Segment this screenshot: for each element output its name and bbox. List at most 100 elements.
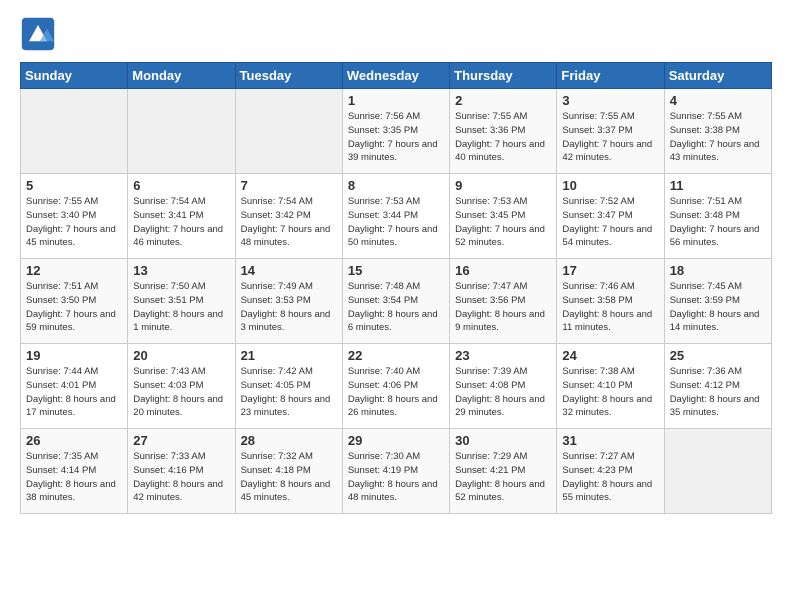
calendar-cell: 2 Sunrise: 7:55 AM Sunset: 3:36 PM Daylig… (450, 89, 557, 174)
calendar-cell (128, 89, 235, 174)
calendar-cell: 27 Sunrise: 7:33 AM Sunset: 4:16 PM Dayli… (128, 429, 235, 514)
day-number: 18 (670, 263, 766, 278)
day-number: 28 (241, 433, 337, 448)
day-number: 1 (348, 93, 444, 108)
calendar-cell (21, 89, 128, 174)
day-number: 2 (455, 93, 551, 108)
day-info: Sunrise: 7:54 AM Sunset: 3:42 PM Dayligh… (241, 195, 337, 250)
day-info: Sunrise: 7:29 AM Sunset: 4:21 PM Dayligh… (455, 450, 551, 505)
calendar-cell: 8 Sunrise: 7:53 AM Sunset: 3:44 PM Daylig… (342, 174, 449, 259)
day-info: Sunrise: 7:52 AM Sunset: 3:47 PM Dayligh… (562, 195, 658, 250)
day-number: 11 (670, 178, 766, 193)
calendar-cell: 20 Sunrise: 7:43 AM Sunset: 4:03 PM Dayli… (128, 344, 235, 429)
calendar-cell (235, 89, 342, 174)
week-row-4: 19 Sunrise: 7:44 AM Sunset: 4:01 PM Dayli… (21, 344, 772, 429)
calendar-cell (664, 429, 771, 514)
calendar-cell: 10 Sunrise: 7:52 AM Sunset: 3:47 PM Dayli… (557, 174, 664, 259)
calendar-cell: 30 Sunrise: 7:29 AM Sunset: 4:21 PM Dayli… (450, 429, 557, 514)
day-number: 21 (241, 348, 337, 363)
calendar-cell: 13Sunrise: 7:50 AM Sunset: 3:51 PM Dayli… (128, 259, 235, 344)
day-info: Sunrise: 7:51 AM Sunset: 3:48 PM Dayligh… (670, 195, 766, 250)
calendar-cell: 19 Sunrise: 7:44 AM Sunset: 4:01 PM Dayli… (21, 344, 128, 429)
day-number: 15 (348, 263, 444, 278)
day-info: Sunrise: 7:30 AM Sunset: 4:19 PM Dayligh… (348, 450, 444, 505)
calendar-cell: 6 Sunrise: 7:54 AM Sunset: 3:41 PM Daylig… (128, 174, 235, 259)
day-info: Sunrise: 7:35 AM Sunset: 4:14 PM Dayligh… (26, 450, 122, 505)
week-row-5: 26Sunrise: 7:35 AM Sunset: 4:14 PM Dayli… (21, 429, 772, 514)
day-number: 30 (455, 433, 551, 448)
day-info: Sunrise: 7:53 AM Sunset: 3:45 PM Dayligh… (455, 195, 551, 250)
day-header-thursday: Thursday (450, 63, 557, 89)
day-number: 25 (670, 348, 766, 363)
day-number: 3 (562, 93, 658, 108)
day-number: 13 (133, 263, 229, 278)
calendar-cell: 11 Sunrise: 7:51 AM Sunset: 3:48 PM Dayli… (664, 174, 771, 259)
day-info: Sunrise: 7:49 AM Sunset: 3:53 PM Dayligh… (241, 280, 337, 335)
day-info: Sunrise: 7:45 AM Sunset: 3:59 PM Dayligh… (670, 280, 766, 335)
day-info: Sunrise: 7:39 AM Sunset: 4:08 PM Dayligh… (455, 365, 551, 420)
day-number: 9 (455, 178, 551, 193)
day-info: Sunrise: 7:48 AM Sunset: 3:54 PM Dayligh… (348, 280, 444, 335)
calendar-cell: 31 Sunrise: 7:27 AM Sunset: 4:23 PM Dayli… (557, 429, 664, 514)
calendar-cell: 17 Sunrise: 7:46 AM Sunset: 3:58 PM Dayli… (557, 259, 664, 344)
day-number: 4 (670, 93, 766, 108)
day-number: 24 (562, 348, 658, 363)
day-header-sunday: Sunday (21, 63, 128, 89)
day-number: 6 (133, 178, 229, 193)
day-info: Sunrise: 7:27 AM Sunset: 4:23 PM Dayligh… (562, 450, 658, 505)
calendar-cell: 23 Sunrise: 7:39 AM Sunset: 4:08 PM Dayli… (450, 344, 557, 429)
calendar-cell: 7 Sunrise: 7:54 AM Sunset: 3:42 PM Daylig… (235, 174, 342, 259)
day-info: Sunrise: 7:33 AM Sunset: 4:16 PM Dayligh… (133, 450, 229, 505)
day-info: Sunrise: 7:55 AM Sunset: 3:37 PM Dayligh… (562, 110, 658, 165)
day-number: 22 (348, 348, 444, 363)
calendar-cell: 22 Sunrise: 7:40 AM Sunset: 4:06 PM Dayli… (342, 344, 449, 429)
week-row-3: 12Sunrise: 7:51 AM Sunset: 3:50 PM Dayli… (21, 259, 772, 344)
day-number: 20 (133, 348, 229, 363)
day-number: 5 (26, 178, 122, 193)
day-info: Sunrise: 7:38 AM Sunset: 4:10 PM Dayligh… (562, 365, 658, 420)
day-info: Sunrise: 7:47 AM Sunset: 3:56 PM Dayligh… (455, 280, 551, 335)
day-info: Sunrise: 7:43 AM Sunset: 4:03 PM Dayligh… (133, 365, 229, 420)
day-number: 14 (241, 263, 337, 278)
calendar-cell: 24 Sunrise: 7:38 AM Sunset: 4:10 PM Dayli… (557, 344, 664, 429)
day-number: 10 (562, 178, 658, 193)
day-info: Sunrise: 7:53 AM Sunset: 3:44 PM Dayligh… (348, 195, 444, 250)
calendar-cell: 29Sunrise: 7:30 AM Sunset: 4:19 PM Dayli… (342, 429, 449, 514)
day-header-wednesday: Wednesday (342, 63, 449, 89)
day-number: 17 (562, 263, 658, 278)
day-info: Sunrise: 7:55 AM Sunset: 3:38 PM Dayligh… (670, 110, 766, 165)
day-number: 8 (348, 178, 444, 193)
week-row-2: 5 Sunrise: 7:55 AM Sunset: 3:40 PM Daylig… (21, 174, 772, 259)
calendar-cell: 1 Sunrise: 7:56 AM Sunset: 3:35 PM Daylig… (342, 89, 449, 174)
calendar-cell: 5 Sunrise: 7:55 AM Sunset: 3:40 PM Daylig… (21, 174, 128, 259)
calendar-cell: 21 Sunrise: 7:42 AM Sunset: 4:05 PM Dayli… (235, 344, 342, 429)
day-info: Sunrise: 7:32 AM Sunset: 4:18 PM Dayligh… (241, 450, 337, 505)
day-info: Sunrise: 7:46 AM Sunset: 3:58 PM Dayligh… (562, 280, 658, 335)
day-info: Sunrise: 7:55 AM Sunset: 3:40 PM Dayligh… (26, 195, 122, 250)
day-number: 31 (562, 433, 658, 448)
day-info: Sunrise: 7:51 AM Sunset: 3:50 PM Dayligh… (26, 280, 122, 335)
day-info: Sunrise: 7:55 AM Sunset: 3:36 PM Dayligh… (455, 110, 551, 165)
day-header-row: SundayMondayTuesdayWednesdayThursdayFrid… (21, 63, 772, 89)
calendar-cell: 18 Sunrise: 7:45 AM Sunset: 3:59 PM Dayli… (664, 259, 771, 344)
day-number: 7 (241, 178, 337, 193)
calendar-cell: 14 Sunrise: 7:49 AM Sunset: 3:53 PM Dayli… (235, 259, 342, 344)
day-info: Sunrise: 7:44 AM Sunset: 4:01 PM Dayligh… (26, 365, 122, 420)
logo-icon (20, 16, 56, 52)
day-info: Sunrise: 7:42 AM Sunset: 4:05 PM Dayligh… (241, 365, 337, 420)
calendar-cell: 15 Sunrise: 7:48 AM Sunset: 3:54 PM Dayli… (342, 259, 449, 344)
calendar-cell: 28 Sunrise: 7:32 AM Sunset: 4:18 PM Dayli… (235, 429, 342, 514)
day-info: Sunrise: 7:40 AM Sunset: 4:06 PM Dayligh… (348, 365, 444, 420)
day-number: 19 (26, 348, 122, 363)
day-number: 27 (133, 433, 229, 448)
day-info: Sunrise: 7:54 AM Sunset: 3:41 PM Dayligh… (133, 195, 229, 250)
calendar-cell: 9 Sunrise: 7:53 AM Sunset: 3:45 PM Daylig… (450, 174, 557, 259)
day-header-tuesday: Tuesday (235, 63, 342, 89)
header (20, 16, 772, 52)
day-number: 23 (455, 348, 551, 363)
calendar-cell: 4 Sunrise: 7:55 AM Sunset: 3:38 PM Daylig… (664, 89, 771, 174)
week-row-1: 1 Sunrise: 7:56 AM Sunset: 3:35 PM Daylig… (21, 89, 772, 174)
day-info: Sunrise: 7:56 AM Sunset: 3:35 PM Dayligh… (348, 110, 444, 165)
calendar-cell: 26Sunrise: 7:35 AM Sunset: 4:14 PM Dayli… (21, 429, 128, 514)
calendar-cell: 16Sunrise: 7:47 AM Sunset: 3:56 PM Dayli… (450, 259, 557, 344)
